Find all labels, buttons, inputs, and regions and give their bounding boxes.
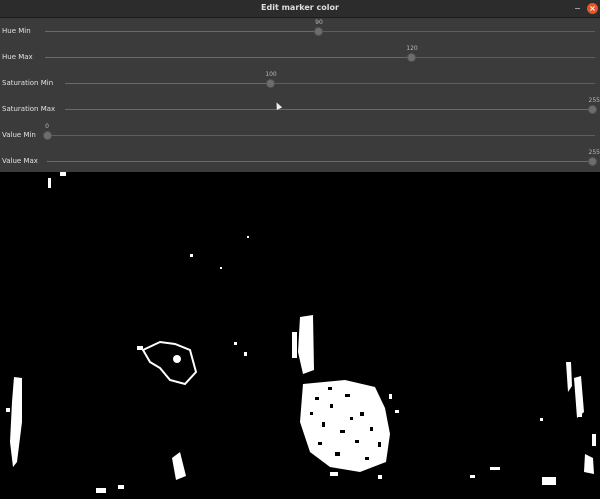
slider-label: Value Max xyxy=(2,157,38,165)
hue-max-track[interactable] xyxy=(45,57,595,58)
title-bar: Edit marker color − × xyxy=(0,0,600,18)
slider-row-saturation-max: Saturation Max 255 xyxy=(0,96,600,122)
slider-value: 120 xyxy=(406,45,418,52)
mask-image-view xyxy=(0,172,600,495)
value-max-thumb[interactable] xyxy=(588,157,597,166)
saturation-min-thumb[interactable] xyxy=(266,79,275,88)
slider-row-value-max: Value Max 255 xyxy=(0,148,600,174)
slider-value: 90 xyxy=(315,19,323,26)
mask-image xyxy=(0,172,600,495)
slider-label: Hue Max xyxy=(2,53,33,61)
saturation-max-thumb[interactable] xyxy=(588,105,597,114)
hue-max-thumb[interactable] xyxy=(407,53,416,62)
saturation-max-fill xyxy=(65,109,595,110)
slider-label: Saturation Max xyxy=(2,105,56,113)
hue-min-fill xyxy=(45,31,318,32)
slider-row-value-min: Value Min 0 xyxy=(0,122,600,148)
saturation-min-fill xyxy=(65,83,271,84)
value-min-thumb[interactable] xyxy=(43,131,52,140)
slider-value: 100 xyxy=(265,71,277,78)
saturation-min-track[interactable] xyxy=(65,83,595,84)
minimize-icon[interactable]: − xyxy=(572,3,583,14)
saturation-max-track[interactable] xyxy=(65,109,595,110)
slider-row-saturation-min: Saturation Min 100 xyxy=(0,70,600,96)
slider-row-hue-min: Hue Min 90 xyxy=(0,18,600,44)
window-title: Edit marker color xyxy=(261,3,339,12)
value-min-track[interactable] xyxy=(47,135,595,136)
slider-label: Hue Min xyxy=(2,27,31,35)
slider-value: 255 xyxy=(588,149,600,156)
slider-value: 0 xyxy=(45,123,49,130)
slider-label: Saturation Min xyxy=(2,79,54,87)
hue-min-thumb[interactable] xyxy=(314,27,323,36)
trackbar-panel: Hue Min 90 Hue Max 120 Saturation Min 10… xyxy=(0,18,600,172)
close-icon[interactable]: × xyxy=(587,3,598,14)
hue-max-fill xyxy=(45,57,411,58)
value-max-track[interactable] xyxy=(47,161,595,162)
slider-value: 255 xyxy=(588,97,600,104)
slider-row-hue-max: Hue Max 120 xyxy=(0,44,600,70)
value-max-fill xyxy=(47,161,595,162)
slider-label: Value Min xyxy=(2,131,36,139)
